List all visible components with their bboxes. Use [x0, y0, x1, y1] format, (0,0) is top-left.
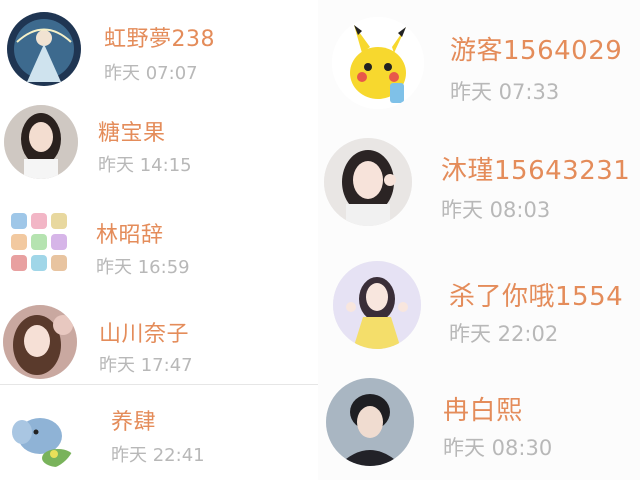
contact-time: 昨天 07:07	[104, 63, 198, 84]
contact-item[interactable]: 林昭辞 昨天 16:59	[0, 195, 320, 291]
contact-time: 昨天 14:15	[98, 155, 192, 176]
contact-item[interactable]: 沐瑾15643231 昨天 08:03	[318, 124, 640, 242]
girl-photo-avatar	[4, 105, 78, 179]
contact-name: 林昭辞	[96, 223, 164, 248]
contact-name: 冉白熙	[443, 396, 523, 426]
sticker-grid-avatar	[3, 207, 75, 279]
boy-portrait-avatar	[326, 378, 414, 466]
contact-item[interactable]: 杀了你哦1554 昨天 22:02	[318, 250, 640, 366]
contact-item[interactable]: 山川奈子 昨天 17:47	[0, 294, 320, 382]
girl-portrait-avatar	[3, 305, 77, 379]
contact-item[interactable]: 养肆 昨天 22:41	[0, 386, 320, 480]
pikachu-avatar	[332, 17, 424, 109]
contact-time: 昨天 07:33	[450, 80, 560, 104]
contact-time: 昨天 22:41	[111, 445, 205, 466]
contact-name: 养肆	[111, 410, 157, 435]
contact-name: 杀了你哦1554	[449, 282, 624, 312]
contact-name: 虹野夢238	[104, 27, 215, 52]
contact-time: 昨天 08:03	[441, 198, 551, 222]
contact-name: 糖宝果	[98, 121, 166, 146]
girl-selfie-avatar	[324, 138, 412, 226]
list-divider	[0, 384, 320, 385]
contact-name: 沐瑾15643231	[441, 156, 631, 186]
contact-name: 山川奈子	[99, 322, 190, 347]
cartoon-elephant-avatar	[8, 402, 76, 470]
contact-item[interactable]: 游客1564029 昨天 07:33	[318, 0, 640, 120]
contact-item[interactable]: 糖宝果 昨天 14:15	[0, 96, 320, 192]
contact-item[interactable]: 虹野夢238 昨天 07:07	[0, 0, 320, 96]
contact-item[interactable]: 冉白熙 昨天 08:30	[318, 370, 640, 480]
fairy-illustration-avatar	[7, 12, 81, 86]
contact-time: 昨天 16:59	[96, 257, 190, 278]
contact-time: 昨天 08:30	[443, 436, 553, 460]
contact-name: 游客1564029	[450, 36, 623, 66]
contact-time: 昨天 17:47	[99, 355, 193, 376]
left-contact-list: 虹野夢238 昨天 07:07 糖宝果 昨天 14:15 林昭辞 昨天 16:5…	[0, 0, 320, 480]
contact-time: 昨天 22:02	[449, 322, 559, 346]
right-contact-list: 游客1564029 昨天 07:33 沐瑾15643231 昨天 08:03 杀…	[318, 0, 640, 480]
girl-yellow-dress-avatar	[333, 261, 421, 349]
